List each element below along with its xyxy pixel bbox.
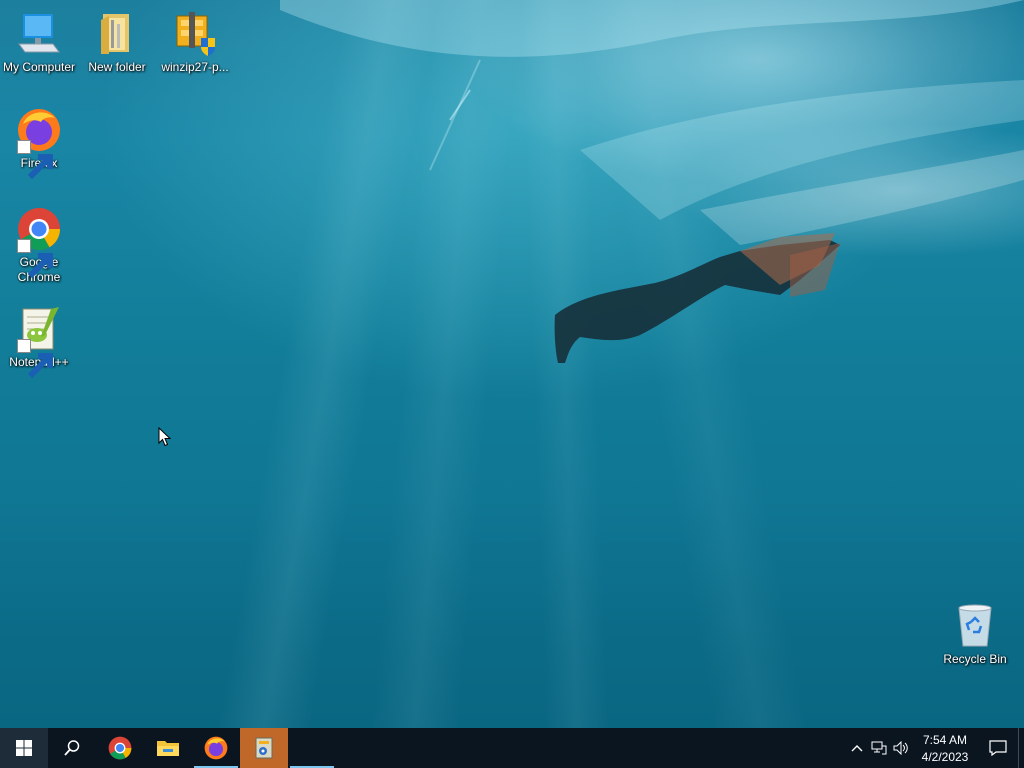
taskbar-empty-slot[interactable] [288, 728, 336, 768]
folder-icon [157, 741, 179, 756]
desktop-icon-label: New folder [88, 60, 146, 74]
taskbar-file-explorer[interactable] [144, 728, 192, 768]
clock-date: 4/2/2023 [921, 750, 969, 764]
show-hidden-icons-button[interactable] [846, 728, 868, 768]
shortcut-arrow-icon [17, 140, 53, 180]
notepadpp-icon [15, 305, 63, 379]
shortcut-arrow-icon [17, 239, 53, 279]
taskbar-firefox[interactable] [192, 728, 240, 768]
freediver-silhouette [554, 233, 840, 363]
desktop-icon-label: winzip27-p... [161, 60, 229, 74]
notification-icon [989, 740, 1007, 756]
taskbar: 7:54 AM 4/2/2023 [0, 728, 1024, 768]
recycle-bin-icon [951, 602, 999, 650]
computer-icon [15, 10, 63, 58]
desktop-icon-label: Recycle Bin [943, 652, 1007, 666]
taskbar-spacer [336, 728, 846, 768]
light-rays [0, 0, 1024, 728]
firefox-icon [204, 736, 228, 760]
search-icon [64, 740, 80, 756]
volume-button[interactable] [890, 728, 912, 768]
installer-icon [255, 737, 273, 759]
taskbar-winzip-setup[interactable] [240, 728, 288, 768]
taskbar-chrome[interactable] [96, 728, 144, 768]
firefox-icon [15, 106, 63, 180]
action-center-button[interactable] [978, 728, 1018, 768]
show-desktop-button[interactable] [1018, 728, 1024, 768]
search-button[interactable] [48, 728, 96, 768]
desktop-icon-google-chrome[interactable]: Google Chrome [0, 205, 78, 285]
start-button[interactable] [0, 728, 48, 768]
clock-time: 7:54 AM [922, 733, 968, 747]
windows-logo-icon [16, 740, 32, 756]
desktop-icon-label: My Computer [2, 60, 76, 74]
desktop[interactable]: My Computer New folder winzip27-p... Fir… [0, 0, 1024, 768]
network-icon [871, 741, 887, 755]
winzip-installer-icon [171, 10, 219, 58]
system-tray: 7:54 AM 4/2/2023 [846, 728, 1024, 768]
shortcut-arrow-icon [17, 339, 53, 379]
desktop-icon-recycle-bin[interactable]: Recycle Bin [936, 602, 1014, 667]
network-button[interactable] [868, 728, 890, 768]
folder-icon [93, 10, 141, 58]
volume-icon [893, 741, 908, 755]
chrome-icon [15, 205, 63, 279]
desktop-icon-notepadpp[interactable]: Notepad++ [0, 305, 78, 379]
clock[interactable]: 7:54 AM 4/2/2023 [912, 730, 978, 766]
desktop-icon-my-computer[interactable]: My Computer [0, 10, 78, 75]
chrome-icon [108, 736, 132, 760]
desktop-icon-winzip-installer[interactable]: winzip27-p... [156, 10, 234, 75]
desktop-icon-firefox[interactable]: Firefox [0, 106, 78, 180]
mouse-cursor-icon [158, 427, 172, 447]
chevron-up-icon [851, 745, 863, 752]
desktop-icon-new-folder[interactable]: New folder [78, 10, 156, 75]
